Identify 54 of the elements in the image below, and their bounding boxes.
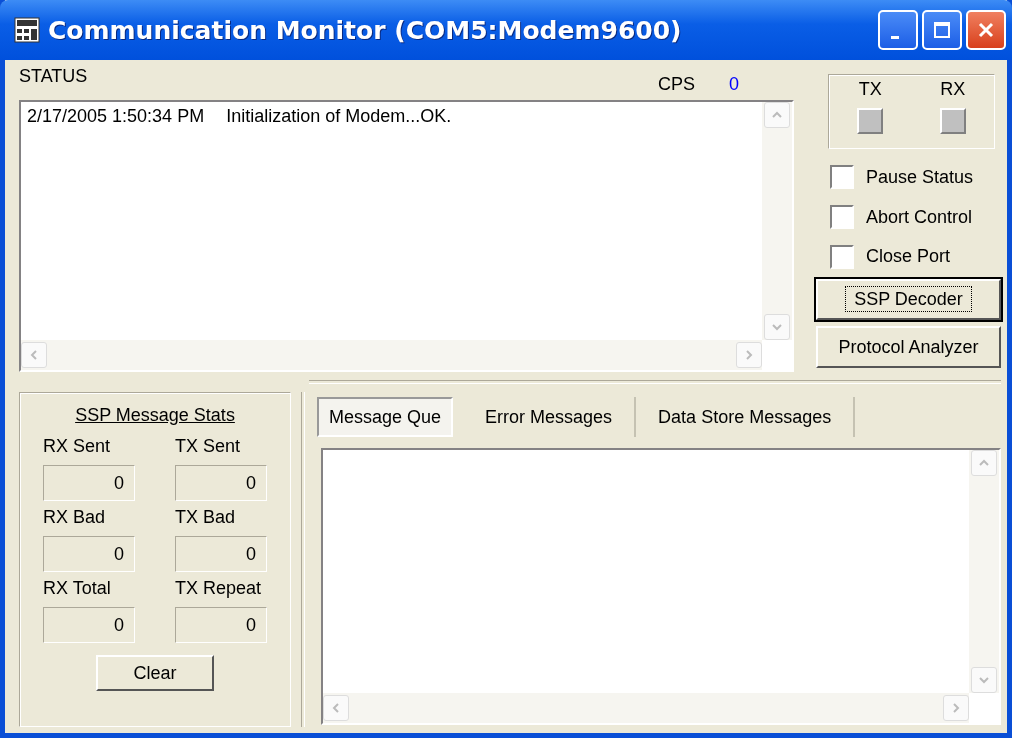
checkbox[interactable] — [830, 165, 854, 190]
horizontal-scrollbar[interactable] — [21, 340, 762, 370]
close-button[interactable] — [966, 10, 1006, 50]
stat-label: TX Sent — [175, 436, 242, 457]
tab[interactable]: Error Messages — [463, 397, 637, 437]
stat-label: TX Repeat — [175, 578, 263, 599]
stat-field: 0 — [175, 607, 267, 643]
tab[interactable]: Data Store Messages — [636, 397, 856, 437]
stat-field: 0 — [43, 607, 135, 643]
cps-label: CPS — [657, 74, 695, 95]
minimize-button[interactable] — [878, 10, 918, 50]
stats-title: SSP Message Stats — [75, 405, 235, 426]
minimize-icon — [891, 35, 899, 39]
log-message: Initialization of Modem...OK. — [226, 106, 452, 127]
log-time: 2/17/2005 1:50:34 PM — [27, 106, 205, 127]
scroll-right-icon[interactable] — [736, 342, 762, 368]
checkbox-label[interactable]: Abort Control — [866, 206, 973, 228]
checkbox[interactable] — [830, 205, 854, 229]
status-log[interactable]: 2/17/2005 1:50:34 PM Initialization of Modem...OK. — [19, 100, 794, 372]
close-icon — [977, 21, 995, 39]
stat-label: RX Bad — [43, 507, 107, 528]
maximize-icon — [933, 21, 951, 39]
calculator-icon — [14, 17, 40, 43]
status-label: STATUS — [19, 66, 88, 87]
scroll-right-icon[interactable] — [943, 695, 969, 721]
stat-label: TX Bad — [175, 507, 237, 528]
checkbox[interactable] — [830, 244, 854, 269]
tab[interactable]: Message Que — [317, 397, 454, 437]
vertical-scrollbar[interactable] — [762, 102, 792, 340]
action-button[interactable]: Protocol Analyzer — [816, 326, 1001, 368]
checkbox-label[interactable]: Close Port — [866, 246, 951, 268]
window-title: Communication Monitor (COM5:Modem9600) — [48, 15, 683, 45]
stat-field: 0 — [175, 465, 267, 501]
scroll-down-icon[interactable] — [971, 667, 997, 693]
clear-button[interactable]: Clear — [96, 655, 214, 691]
action-button[interactable]: SSP Decoder — [816, 278, 1001, 321]
scroll-up-icon[interactable] — [971, 450, 997, 476]
message-list[interactable] — [321, 448, 1001, 725]
scroll-up-icon[interactable] — [764, 102, 790, 128]
stat-label: RX Sent — [43, 436, 112, 457]
scroll-down-icon[interactable] — [764, 314, 790, 340]
indicator-label: RX — [940, 79, 966, 100]
cps-value: 0 — [729, 74, 739, 95]
stat-field: 0 — [175, 536, 267, 572]
vertical-scrollbar[interactable] — [969, 450, 999, 693]
indicator-label: TX — [858, 79, 882, 100]
stat-field: 0 — [43, 465, 135, 501]
maximize-button[interactable] — [922, 10, 962, 50]
checkbox-label[interactable]: Pause Status — [866, 166, 974, 188]
horizontal-scrollbar[interactable] — [323, 693, 969, 723]
stat-field: 0 — [43, 536, 135, 572]
scroll-left-icon[interactable] — [21, 342, 47, 368]
stat-label: RX Total — [43, 578, 112, 599]
scroll-left-icon[interactable] — [323, 695, 349, 721]
